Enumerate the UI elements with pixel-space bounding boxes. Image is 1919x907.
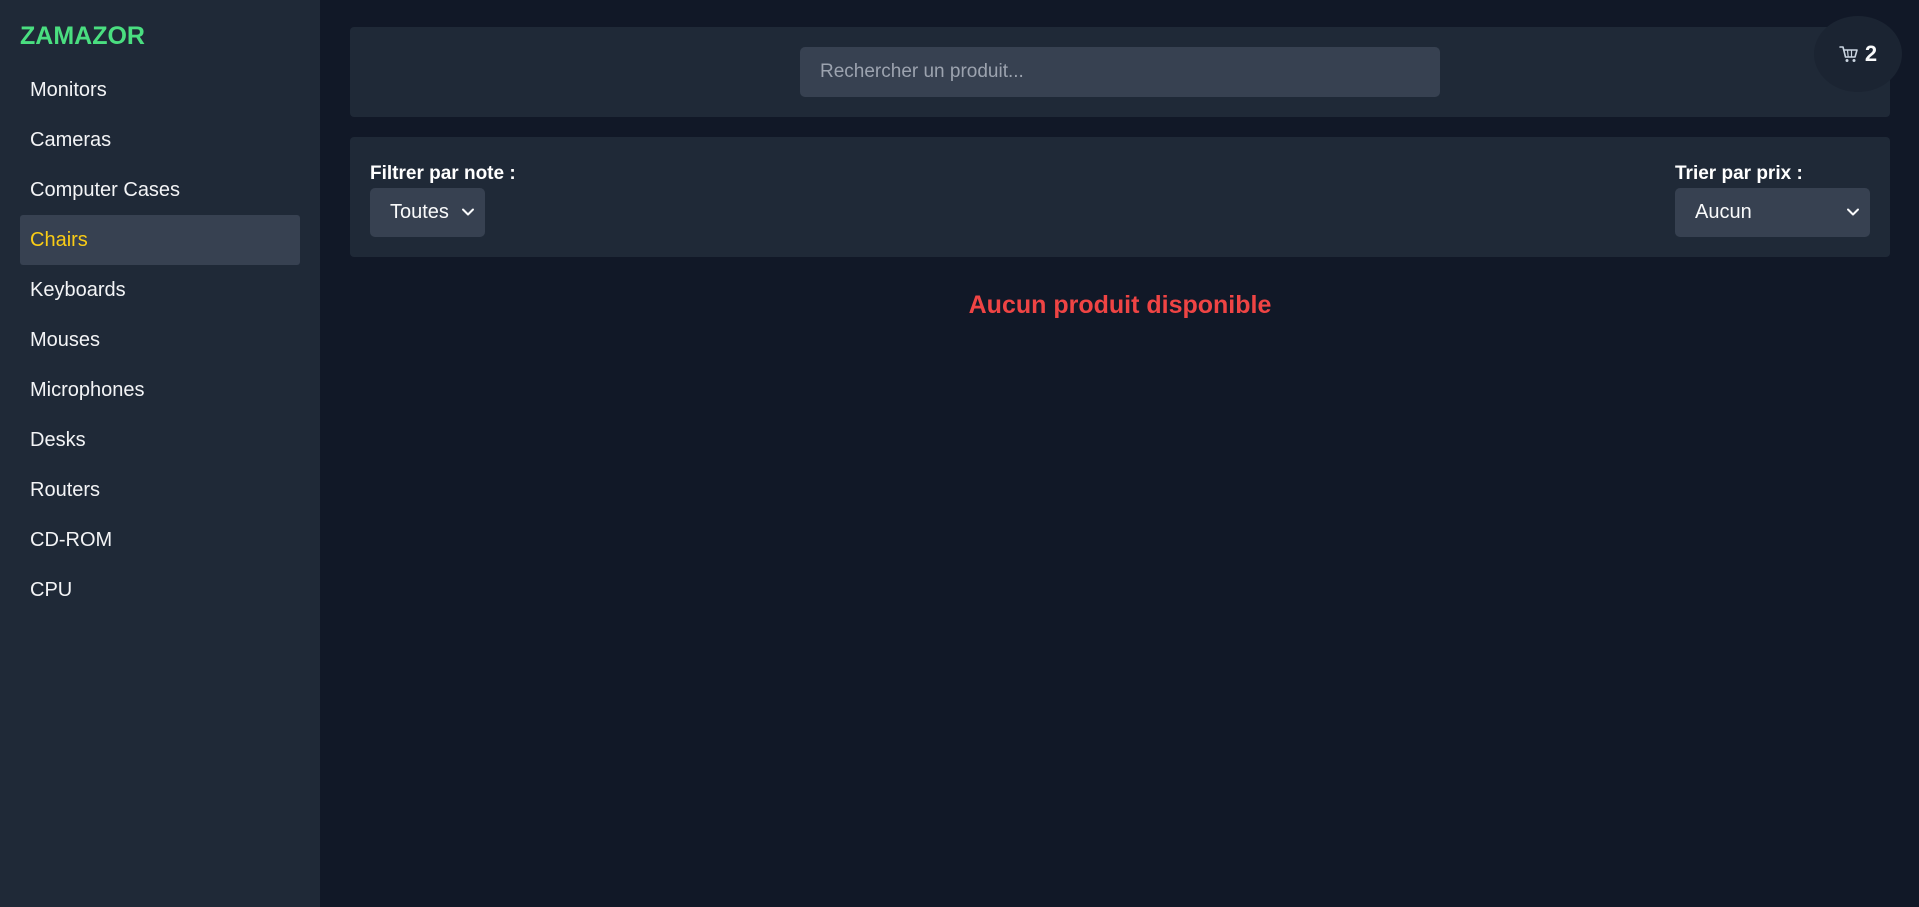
empty-products-message: Aucun produit disponible: [968, 291, 1272, 319]
sidebar-item-monitors[interactable]: Monitors: [20, 65, 300, 115]
main-content: Filtrer par note : Toutes Trier par prix…: [350, 27, 1890, 320]
sidebar-item-keyboards[interactable]: Keyboards: [20, 265, 300, 315]
chevron-down-icon: [462, 208, 474, 216]
cart-count: 2: [1864, 41, 1878, 66]
brand-logo[interactable]: ZAMAZOR: [20, 20, 300, 52]
category-list: Monitors Cameras Computer Cases Chairs K…: [20, 65, 300, 615]
sidebar-item-routers[interactable]: Routers: [20, 465, 300, 515]
rating-filter-label: Filtrer par note :: [370, 163, 516, 184]
sidebar-item-cameras[interactable]: Cameras: [20, 115, 300, 165]
sidebar: ZAMAZOR Monitors Cameras Computer Cases …: [0, 0, 320, 907]
cart-button[interactable]: 2: [1814, 16, 1902, 92]
cart-icon: [1839, 46, 1858, 62]
search-bar: [350, 27, 1890, 117]
sidebar-item-mouses[interactable]: Mouses: [20, 315, 300, 365]
sidebar-item-chairs[interactable]: Chairs: [20, 215, 300, 265]
rating-filter-select[interactable]: Toutes: [370, 188, 485, 237]
sidebar-item-cpu[interactable]: CPU: [20, 565, 300, 615]
rating-filter: Filtrer par note : Toutes: [370, 161, 516, 237]
price-sort-value: Aucun: [1695, 201, 1752, 223]
rating-filter-value: Toutes: [390, 201, 449, 223]
chevron-down-icon: [1847, 208, 1859, 216]
sidebar-item-computer-cases[interactable]: Computer Cases: [20, 165, 300, 215]
price-sort-select[interactable]: Aucun: [1675, 188, 1870, 237]
sidebar-item-desks[interactable]: Desks: [20, 415, 300, 465]
sidebar-item-microphones[interactable]: Microphones: [20, 365, 300, 415]
price-sort: Trier par prix : Aucun: [1675, 161, 1870, 237]
filters-panel: Filtrer par note : Toutes Trier par prix…: [350, 137, 1890, 257]
search-input[interactable]: [800, 47, 1440, 97]
price-sort-label: Trier par prix :: [1675, 163, 1803, 184]
sidebar-item-cd-rom[interactable]: CD-ROM: [20, 515, 300, 565]
